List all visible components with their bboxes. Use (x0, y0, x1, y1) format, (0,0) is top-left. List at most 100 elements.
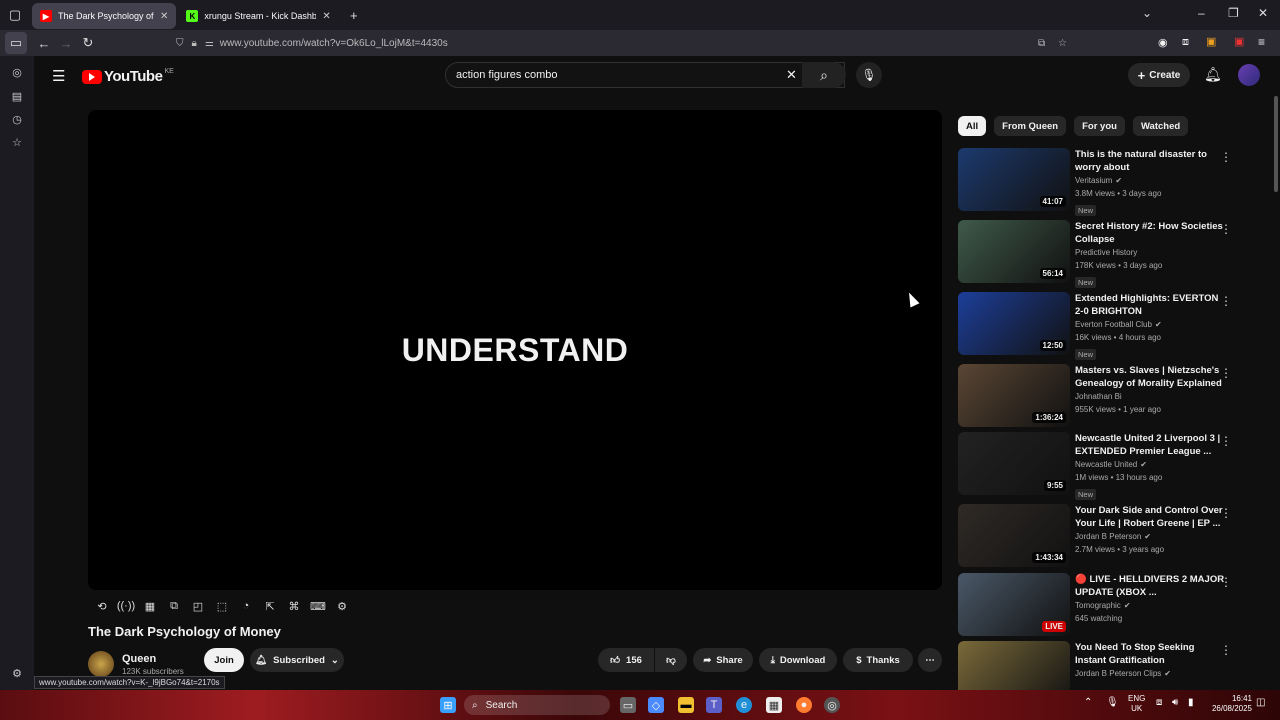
more-vertical-icon[interactable]: ⋮ (1220, 294, 1232, 308)
video-thumbnail[interactable]: 1:36:24 (958, 364, 1070, 427)
task-view-icon[interactable]: ▭ (620, 697, 636, 713)
download-button[interactable]: ⤓ Download (759, 648, 837, 672)
recommendation-channel[interactable]: Johnathan Bi (1075, 392, 1122, 401)
notification-center-icon[interactable]: ◫ (1256, 698, 1265, 708)
join-button[interactable]: Join (204, 648, 244, 672)
network-icon[interactable]: ⧈ (1156, 698, 1162, 708)
tab-overview-icon[interactable]: ▢ (4, 4, 26, 26)
recommendation-channel[interactable]: Everton Football Club (1075, 320, 1152, 329)
video-player[interactable]: UNDERSTAND (88, 110, 942, 590)
more-vertical-icon[interactable]: ⋮ (1220, 366, 1232, 380)
cinema-icon[interactable]: ⧉ (164, 596, 184, 616)
ai-chat-icon[interactable]: ◎ (10, 66, 24, 80)
video-thumbnail[interactable]: 1:43:34 (958, 504, 1070, 567)
taskbar-search[interactable]: ⌕ Search (464, 695, 610, 715)
recommendation-item[interactable]: 1:36:24 Masters vs. Slaves | Nietzsche's … (958, 364, 1258, 430)
video-thumbnail[interactable]: 56:14 (958, 220, 1070, 283)
recommendation-title[interactable]: This is the natural disaster to worry ab… (1075, 148, 1225, 174)
forward-icon[interactable]: → (55, 32, 77, 54)
copilot-icon[interactable]: ◇ (648, 697, 664, 713)
more-vertical-icon[interactable]: ⋮ (1220, 506, 1232, 520)
picture-in-picture-icon[interactable]: ◰ (188, 596, 208, 616)
recommendation-title[interactable]: Your Dark Side and Control Over Your Lif… (1075, 504, 1225, 530)
sidebar-toggle-icon[interactable]: ▭ (5, 32, 27, 54)
new-tab-icon[interactable]: + (343, 4, 365, 26)
app-icon[interactable]: ◎ (824, 697, 840, 713)
voice-search-button[interactable]: 🎙︎ (856, 62, 882, 88)
url-bar[interactable]: ⛉ 🔒︎ ⚌ www.youtube.com/watch?v=Ok6Lo_lLo… (176, 32, 1076, 54)
teams-icon[interactable]: T (706, 697, 722, 713)
clear-search-icon[interactable]: ✕ (786, 67, 797, 83)
share-button[interactable]: ➦ Share (693, 648, 753, 672)
synced-tabs-icon[interactable]: ▤ (10, 90, 24, 104)
recommendation-item[interactable]: 12:50 Extended Highlights: EVERTON 2-0 BR… (958, 292, 1258, 360)
popup-icon[interactable]: ⇱ (260, 596, 280, 616)
chip-for-you[interactable]: For you (1074, 116, 1125, 136)
store-icon[interactable]: ▦ (766, 697, 782, 713)
url-text[interactable]: www.youtube.com/watch?v=Ok6Lo_lLojM&t=44… (220, 38, 448, 49)
extension-icon-2[interactable]: ▣ (1206, 35, 1216, 48)
speed-icon[interactable]: ◔ (236, 596, 256, 616)
chip-all[interactable]: All (958, 116, 987, 136)
recommendation-title[interactable]: Newcastle United 2 Liverpool 3 | EXTENDE… (1075, 432, 1225, 458)
recommendation-channel[interactable]: Tomographic (1075, 601, 1121, 610)
recommendation-title[interactable]: 🔴 LIVE - HELLDIVERS 2 MAJOR UPDATE (XBOX… (1075, 573, 1225, 599)
minimize-icon[interactable]: – (1198, 6, 1205, 20)
volume-icon[interactable]: 🔊︎ (1172, 698, 1178, 708)
gear-icon[interactable]: ⚙ (332, 596, 352, 616)
close-tab-icon[interactable]: ✕ (160, 11, 168, 22)
close-window-icon[interactable]: ✕ (1258, 6, 1268, 20)
edge-icon[interactable]: e (736, 697, 752, 713)
extensions-puzzle-icon[interactable]: ⧈ (1182, 36, 1189, 49)
recommendation-item[interactable]: 1:43:34 Your Dark Side and Control Over Y… (958, 504, 1258, 570)
video-thumbnail[interactable]: 41:07 (958, 148, 1070, 211)
more-vertical-icon[interactable]: ⋮ (1220, 150, 1232, 164)
video-thumbnail[interactable]: 12:50 (958, 292, 1070, 355)
autoplay-icon[interactable]: ▦ (140, 596, 160, 616)
reload-icon[interactable]: ↻ (77, 32, 99, 54)
close-tab-icon[interactable]: ✕ (322, 11, 330, 22)
channel-avatar[interactable] (88, 651, 114, 677)
history-icon[interactable]: ◷ (10, 113, 24, 127)
like-button[interactable]: 👍︎ 156 (598, 648, 654, 672)
recommendation-item[interactable]: 41:07 This is the natural disaster to wor… (958, 148, 1258, 216)
screenshot-icon[interactable]: ⌘ (284, 596, 304, 616)
more-vertical-icon[interactable]: ⋮ (1220, 575, 1232, 589)
recommendation-title[interactable]: Secret History #2: How Societies Collaps… (1075, 220, 1225, 246)
extension-icon-1[interactable]: ◉ (1158, 36, 1168, 49)
maximize-icon[interactable]: ❐ (1228, 6, 1239, 20)
account-avatar[interactable] (1238, 64, 1260, 86)
recommendation-title[interactable]: You Need To Stop Seeking Instant Gratifi… (1075, 641, 1225, 667)
battery-icon[interactable]: ▮ (1188, 698, 1194, 708)
recommendation-channel[interactable]: Newcastle United (1075, 460, 1137, 469)
subscribed-button[interactable]: 🔔︎ Subscribed ⌄ (250, 648, 344, 672)
more-vertical-icon[interactable]: ⋮ (1220, 222, 1232, 236)
fit-icon[interactable]: ⬚ (212, 596, 232, 616)
recommendation-title[interactable]: Extended Highlights: EVERTON 2-0 BRIGHTO… (1075, 292, 1225, 318)
audio-icon[interactable]: ((·)) (116, 596, 136, 616)
scrollbar[interactable] (1274, 96, 1278, 192)
notifications-bell-icon[interactable]: 🔔︎ (1204, 66, 1222, 83)
language-indicator[interactable]: ENG UK (1128, 694, 1145, 714)
search-input[interactable]: action figures combo ✕ (445, 62, 845, 88)
windows-start-icon[interactable]: ⊞ (440, 697, 456, 713)
recommendation-item[interactable]: 56:14 Secret History #2: How Societies Co… (958, 220, 1258, 288)
youtube-logo[interactable]: YouTube KE (82, 68, 174, 85)
thanks-button[interactable]: $ Thanks (843, 648, 913, 672)
recommendation-title[interactable]: Masters vs. Slaves | Nietzsche's Genealo… (1075, 364, 1225, 390)
keyboard-icon[interactable]: ⌨ (308, 596, 328, 616)
recommendation-item[interactable]: 9:55 Newcastle United 2 Liverpool 3 | EXT… (958, 432, 1258, 500)
channel-name[interactable]: Queen (122, 653, 184, 665)
bookmark-star-icon[interactable]: ☆ (1058, 38, 1067, 49)
create-button[interactable]: + Create (1128, 63, 1190, 87)
recommendation-channel[interactable]: Veritasium (1075, 176, 1112, 185)
file-explorer-icon[interactable]: ▬ (678, 697, 694, 713)
firefox-icon[interactable]: ● (796, 697, 812, 713)
chip-from-queen[interactable]: From Queen (994, 116, 1067, 136)
menu-icon[interactable]: ≡ (1258, 35, 1265, 49)
dislike-button[interactable]: 👎︎ (655, 648, 687, 672)
recommendation-channel[interactable]: Predictive History (1075, 248, 1137, 257)
recommendation-item[interactable]: LIVE 🔴 LIVE - HELLDIVERS 2 MAJOR UPDATE (… (958, 573, 1258, 639)
translate-icon[interactable]: ⧉ (1038, 38, 1045, 49)
back-icon[interactable]: ← (33, 32, 55, 54)
